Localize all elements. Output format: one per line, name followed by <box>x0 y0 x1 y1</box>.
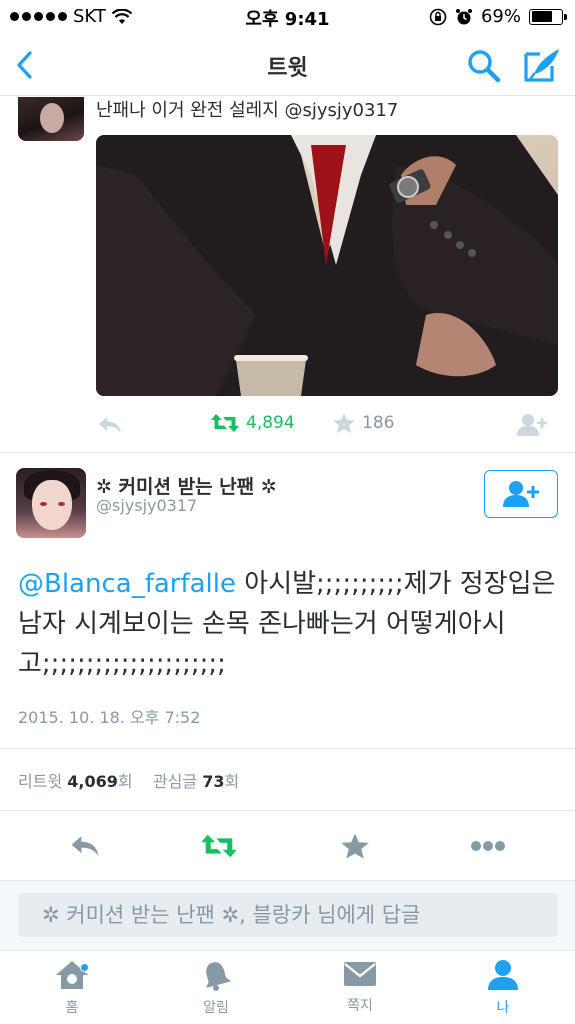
status-right: 69% <box>429 6 567 27</box>
retweet-button[interactable]: 4,894 <box>210 412 295 434</box>
follow-small-button[interactable] <box>516 412 548 438</box>
star-icon <box>333 413 355 433</box>
retweet-count: 4,894 <box>246 413 295 433</box>
follow-button[interactable] <box>484 470 558 518</box>
alarm-icon <box>455 8 472 24</box>
carrier-label: SKT <box>73 6 106 27</box>
retweet-stat-unit: 회 <box>117 772 133 791</box>
author-handle[interactable]: @sjysjy0317 <box>96 496 197 515</box>
retweet-stat-label: 리트윗 <box>18 772 63 791</box>
like-button[interactable]: 186 <box>332 412 394 434</box>
compose-icon[interactable] <box>522 46 562 84</box>
person-icon <box>488 960 518 990</box>
reply-button[interactable] <box>96 414 124 436</box>
tab-notifications[interactable]: 알림 <box>176 959 256 1017</box>
battery-percent: 69% <box>480 6 521 27</box>
tab-me-label: 나 <box>496 1000 510 1016</box>
signal-strength-icon <box>10 12 67 21</box>
previous-tweet-text: 난패나 이거 완전 설레지 @sjysjy0317 <box>96 100 399 121</box>
tab-messages-label: 쪽지 <box>347 998 373 1014</box>
tweet-timestamp: 2015. 10. 18. 오후 7:52 <box>18 708 201 727</box>
author-display-name[interactable]: ✲ 커미션 받는 난팬 ✲ <box>96 472 277 499</box>
retweet-icon[interactable] <box>200 832 238 860</box>
reply-icon[interactable] <box>68 832 102 860</box>
reply-input[interactable]: ✲ 커미션 받는 난팬 ✲, 블랑카 님에게 답글 <box>18 893 558 937</box>
like-stat-label: 관심글 <box>152 772 198 791</box>
retweet-stat-count: 4,069 <box>67 772 118 791</box>
retweet-icon <box>211 414 239 432</box>
battery-icon <box>529 8 567 25</box>
previous-tweet-actions: 4,894 186 <box>96 408 558 444</box>
star-icon[interactable] <box>340 832 370 860</box>
status-left: SKT <box>10 6 132 27</box>
mention-link[interactable]: @Blanca_farfalle <box>18 569 236 599</box>
tweet-stats[interactable]: 리트윗 4,069회 관심글 73회 <box>18 768 239 792</box>
author-avatar[interactable] <box>16 468 86 538</box>
tweet-actions <box>0 826 575 870</box>
envelope-icon <box>344 962 376 986</box>
reply-icon <box>99 417 121 433</box>
reply-bar: ✲ 커미션 받는 난팬 ✲, 블랑카 님에게 답글 <box>0 880 575 950</box>
notification-dot <box>80 963 89 972</box>
search-icon[interactable] <box>466 48 502 84</box>
tab-me[interactable]: 나 <box>463 959 543 1017</box>
previous-tweet-avatar[interactable] <box>18 97 84 141</box>
add-user-icon <box>517 414 547 436</box>
tab-notifications-label: 알림 <box>203 1000 229 1016</box>
more-icon[interactable] <box>470 840 506 852</box>
nav-bar: 트윗 <box>0 34 575 96</box>
tab-messages[interactable]: 쪽지 <box>320 959 400 1015</box>
divider <box>0 748 575 749</box>
like-count: 186 <box>362 413 395 433</box>
tweet-text: @Blanca_farfalle 아시발;;;;;;;;;;제가 정장입은 남자… <box>18 564 558 684</box>
like-stat-unit: 회 <box>224 772 240 791</box>
tab-home[interactable]: 홈 <box>32 959 112 1017</box>
status-bar: SKT 오후 9:41 69% <box>0 0 575 34</box>
wifi-icon <box>111 8 132 24</box>
rotation-lock-icon <box>429 8 447 25</box>
bell-icon <box>206 962 232 991</box>
previous-tweet-photo[interactable] <box>96 135 558 396</box>
tab-bar: 홈 알림 쪽지 나 <box>0 950 575 1024</box>
battery-level <box>531 11 552 22</box>
divider <box>0 452 575 453</box>
add-user-icon <box>503 481 539 507</box>
tab-home-label: 홈 <box>65 1000 79 1016</box>
divider <box>0 810 575 811</box>
like-stat-count: 73 <box>202 772 225 791</box>
